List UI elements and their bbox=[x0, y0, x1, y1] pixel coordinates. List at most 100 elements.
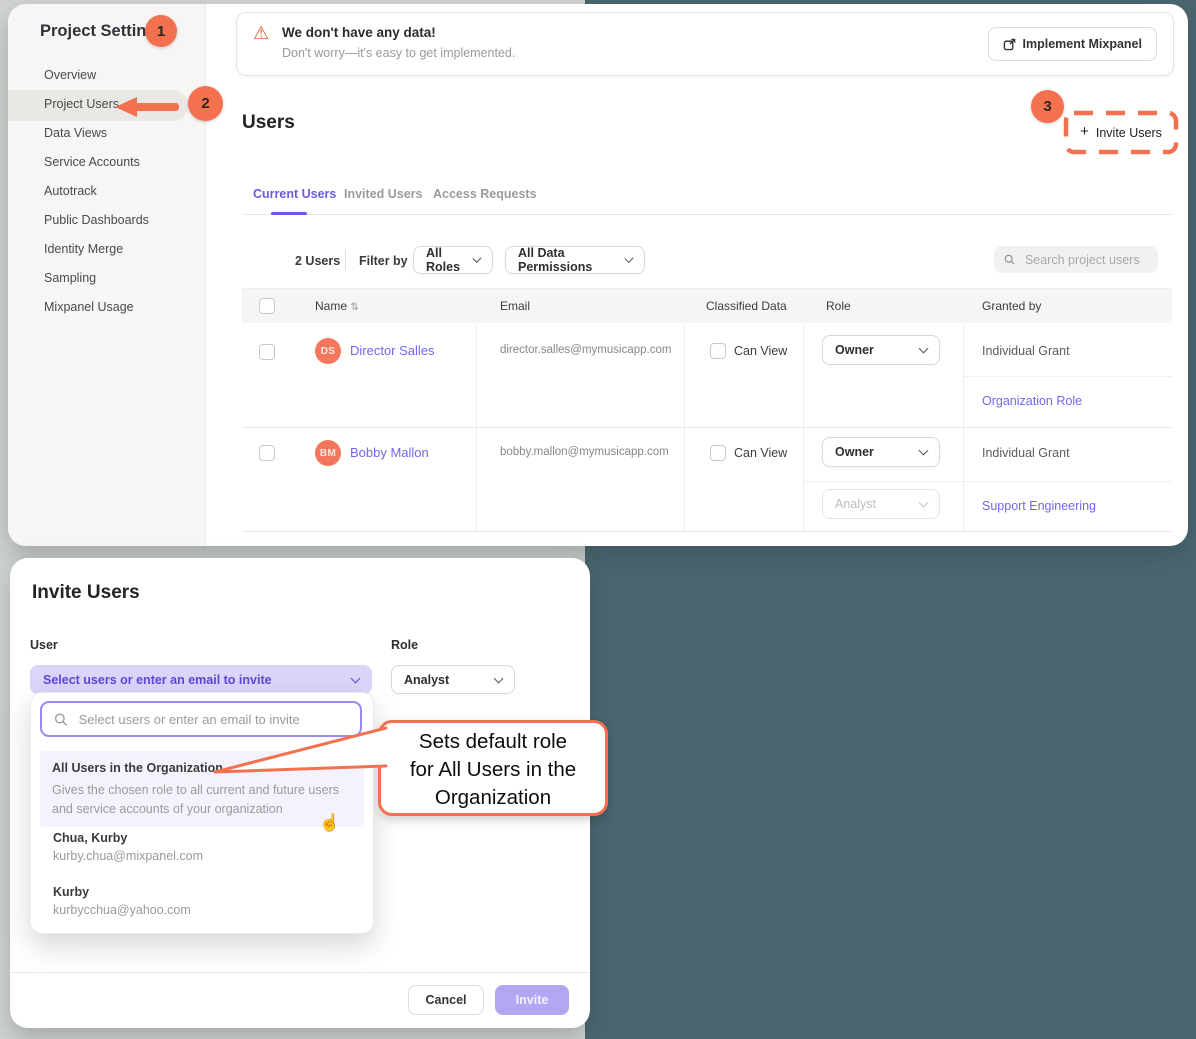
sidebar-item-identity-merge[interactable]: Identity Merge bbox=[44, 241, 123, 257]
settings-sidebar: Project Settings Overview Project Users … bbox=[8, 4, 206, 546]
permissions-filter-value: All Data Permissions bbox=[518, 246, 626, 274]
invite-users-button[interactable]: + Invite Users bbox=[1063, 110, 1179, 155]
search-project-users[interactable] bbox=[994, 246, 1158, 273]
users-table: Name ⇅ Email Classified Data Role Grante… bbox=[242, 288, 1172, 532]
chevron-down-icon bbox=[494, 673, 504, 683]
role-dropdown[interactable]: Owner bbox=[822, 335, 940, 365]
option-title[interactable]: Chua, Kurby bbox=[53, 831, 127, 845]
search-icon bbox=[1004, 253, 1015, 266]
tab-access-requests[interactable]: Access Requests bbox=[433, 187, 537, 201]
sidebar-item-public-dashboards[interactable]: Public Dashboards bbox=[44, 212, 149, 228]
implement-mixpanel-label: Implement Mixpanel bbox=[1023, 37, 1142, 51]
chevron-down-icon bbox=[919, 344, 929, 354]
role-dropdown[interactable]: Owner bbox=[822, 437, 940, 467]
option-email: kurby.chua@mixpanel.com bbox=[53, 849, 203, 863]
user-name-link[interactable]: Director Salles bbox=[350, 343, 435, 358]
option-title[interactable]: Kurby bbox=[53, 885, 89, 899]
tab-invited-users[interactable]: Invited Users bbox=[344, 187, 423, 201]
search-icon bbox=[54, 712, 68, 727]
implement-mixpanel-button[interactable]: Implement Mixpanel bbox=[988, 27, 1157, 61]
column-header-role: Role bbox=[826, 299, 851, 313]
column-header-email: Email bbox=[500, 299, 530, 313]
user-email: director.salles@mymusicapp.com bbox=[500, 344, 671, 356]
chevron-down-icon bbox=[351, 673, 361, 683]
tab-current-users[interactable]: Current Users bbox=[253, 187, 336, 201]
roles-filter-dropdown[interactable]: All Roles bbox=[413, 246, 493, 274]
search-project-users-input[interactable] bbox=[1023, 252, 1148, 268]
hand-cursor-icon: ☝ bbox=[319, 813, 340, 833]
tabs-divider bbox=[242, 214, 1172, 215]
role-select[interactable]: Analyst bbox=[391, 665, 515, 694]
users-heading: Users bbox=[242, 112, 295, 134]
no-data-banner: ⚠ We don't have any data! Don't worry—it… bbox=[236, 12, 1174, 76]
sidebar-item-overview[interactable]: Overview bbox=[44, 67, 96, 83]
can-view-checkbox[interactable] bbox=[710, 343, 726, 359]
role-value: Owner bbox=[835, 445, 874, 459]
step-badge-3: 3 bbox=[1031, 90, 1064, 123]
sidebar-item-mixpanel-usage[interactable]: Mixpanel Usage bbox=[44, 299, 134, 315]
role-field-label: Role bbox=[391, 638, 418, 652]
project-settings-window: Project Settings Overview Project Users … bbox=[8, 4, 1188, 546]
chevron-down-icon bbox=[919, 498, 929, 508]
role-value: Analyst bbox=[835, 497, 876, 511]
warning-icon: ⚠ bbox=[253, 23, 269, 44]
sidebar-item-autotrack[interactable]: Autotrack bbox=[44, 183, 97, 199]
sub-row-divider bbox=[963, 376, 1172, 377]
callout-line: Sets default role bbox=[381, 728, 605, 756]
option-title[interactable]: All Users in the Organization bbox=[52, 761, 223, 775]
chevron-down-icon bbox=[919, 446, 929, 456]
avatar: DS bbox=[315, 338, 341, 364]
user-select[interactable]: Select users or enter an email to invite bbox=[30, 665, 372, 694]
plus-icon: + bbox=[1080, 123, 1089, 140]
column-header-granted-by: Granted by bbox=[982, 299, 1041, 313]
invite-users-button-label: Invite Users bbox=[1096, 126, 1162, 140]
column-header-classified: Classified Data bbox=[706, 299, 787, 313]
row-checkbox[interactable] bbox=[259, 344, 275, 360]
user-field-label: User bbox=[30, 638, 58, 652]
sidebar-item-sampling[interactable]: Sampling bbox=[44, 270, 96, 286]
callout-line: for All Users in the bbox=[381, 756, 605, 784]
user-select-value: Select users or enter an email to invite bbox=[43, 673, 272, 687]
banner-subtitle: Don't worry—it's easy to get implemented… bbox=[282, 46, 515, 60]
cancel-button-label: Cancel bbox=[426, 993, 467, 1007]
avatar: BM bbox=[315, 440, 341, 466]
invite-button-label: Invite bbox=[516, 993, 549, 1007]
sub-row-divider bbox=[803, 481, 1172, 482]
select-all-checkbox[interactable] bbox=[259, 298, 275, 314]
table-bottom-border bbox=[242, 531, 1172, 532]
toolbar-divider bbox=[345, 250, 346, 270]
user-name-link[interactable]: Bobby Mallon bbox=[350, 445, 429, 460]
callout-tail bbox=[210, 722, 388, 780]
invite-users-dashed-outline: + Invite Users bbox=[1063, 110, 1179, 155]
screenshot-root: Project Settings Overview Project Users … bbox=[0, 0, 1196, 1039]
row-checkbox[interactable] bbox=[259, 445, 275, 461]
support-engineering-link[interactable]: Support Engineering bbox=[982, 499, 1096, 513]
modal-footer-divider bbox=[10, 972, 590, 973]
sort-icon: ⇅ bbox=[350, 302, 358, 313]
callout-line: Organization bbox=[381, 784, 605, 812]
annotation-arrow-icon bbox=[113, 96, 181, 118]
user-count: 2 Users bbox=[295, 254, 340, 268]
organization-role-link[interactable]: Organization Role bbox=[982, 394, 1082, 408]
sidebar-item-data-views[interactable]: Data Views bbox=[44, 125, 107, 141]
roles-filter-value: All Roles bbox=[426, 246, 474, 274]
banner-title: We don't have any data! bbox=[282, 25, 436, 40]
user-email: bobby.mallon@mymusicapp.com bbox=[500, 446, 669, 458]
role-dropdown-disabled: Analyst bbox=[822, 489, 940, 519]
sidebar-item-service-accounts[interactable]: Service Accounts bbox=[44, 154, 140, 170]
row-divider bbox=[242, 427, 1172, 428]
can-view-checkbox[interactable] bbox=[710, 445, 726, 461]
table-header-row: Name ⇅ Email Classified Data Role Grante… bbox=[242, 288, 1172, 323]
granted-by-value: Individual Grant bbox=[982, 446, 1070, 460]
column-header-name[interactable]: Name ⇅ bbox=[315, 299, 359, 313]
sidebar-item-project-users[interactable]: Project Users bbox=[44, 96, 119, 112]
external-link-icon bbox=[1003, 38, 1016, 51]
active-tab-underline bbox=[271, 212, 307, 215]
invite-button[interactable]: Invite bbox=[495, 985, 569, 1015]
cancel-button[interactable]: Cancel bbox=[408, 985, 484, 1015]
permissions-filter-dropdown[interactable]: All Data Permissions bbox=[505, 246, 645, 274]
option-email: kurbycchua@yahoo.com bbox=[53, 903, 191, 917]
role-select-value: Analyst bbox=[404, 673, 449, 687]
granted-by-value: Individual Grant bbox=[982, 344, 1070, 358]
modal-title: Invite Users bbox=[32, 582, 140, 604]
